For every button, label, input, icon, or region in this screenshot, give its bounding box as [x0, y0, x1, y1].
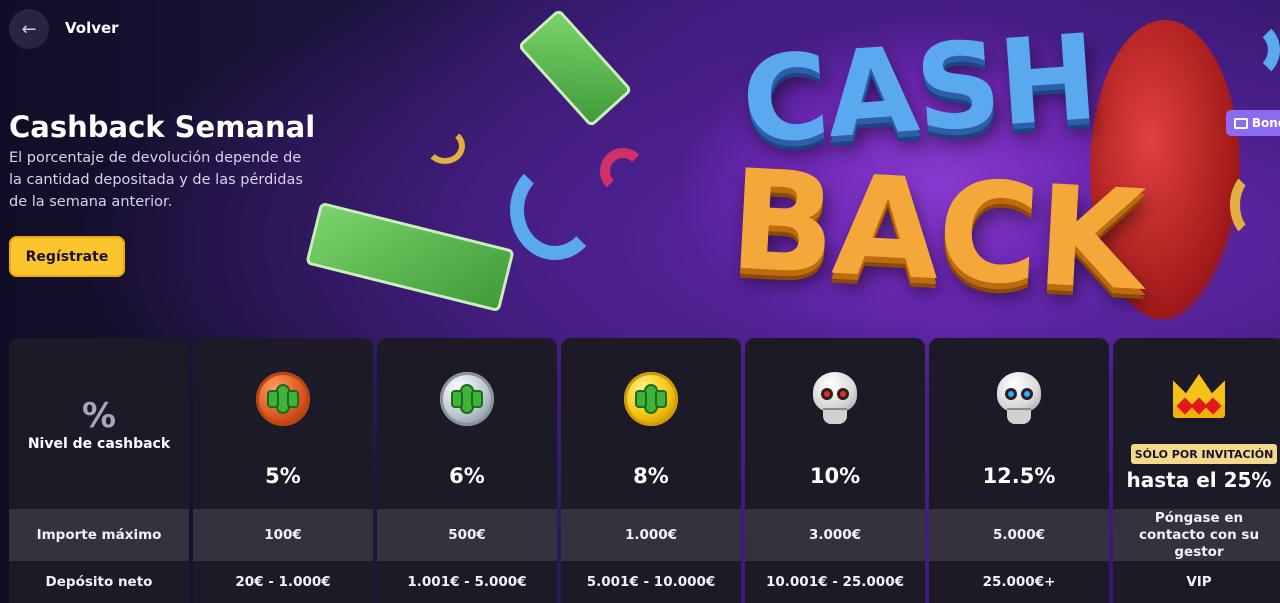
- page-title: Cashback Semanal: [9, 110, 316, 144]
- tier-max-amount: 500€: [377, 509, 557, 561]
- tier-net-deposit: 5.001€ - 10.000€: [561, 561, 741, 603]
- tier-percent: 10%: [809, 464, 861, 488]
- bronze-cactus-coin-icon: [256, 372, 310, 426]
- crown-icon: [1171, 374, 1227, 418]
- tier-column-5: 12.5% 5.000€ 25.000€+: [929, 338, 1109, 603]
- register-button[interactable]: Regístrate: [9, 236, 125, 277]
- confetti-art: [510, 160, 600, 260]
- tier-net-deposit: 25.000€+: [929, 561, 1109, 603]
- bonus-tag-label: Bono: [1251, 116, 1280, 130]
- arrow-left-icon: ←: [21, 18, 37, 40]
- tier-max-amount: 1.000€: [561, 509, 741, 561]
- page-description: El porcentaje de devolución depende de l…: [9, 150, 303, 210]
- tier-column-1: 5% 100€ 20€ - 1.000€: [193, 338, 373, 603]
- back-word-art: BACK: [726, 139, 1147, 322]
- cashback-tiers-table: % Nivel de cashback Importe máximo Depós…: [9, 338, 1280, 603]
- tier-net-deposit: 1.001€ - 5.000€: [377, 561, 557, 603]
- money-bill-art: [517, 8, 633, 128]
- tier-column-3: 8% 1.000€ 5.001€ - 10.000€: [561, 338, 741, 603]
- vip-max-amount: Póngase en contacto con su gestor: [1113, 509, 1280, 561]
- level-header-label: Nivel de cashback: [27, 436, 171, 452]
- tier-header-column: % Nivel de cashback Importe máximo Depós…: [9, 338, 189, 603]
- tier-net-deposit: 20€ - 1.000€: [193, 561, 373, 603]
- tier-header-cell: % Nivel de cashback: [9, 338, 189, 509]
- gift-icon: [1234, 117, 1248, 129]
- tier-percent: 12.5%: [982, 464, 1056, 488]
- percent-icon: %: [81, 396, 117, 436]
- tier-column-2: 6% 500€ 1.001€ - 5.000€: [377, 338, 557, 603]
- tier-column-4: 10% 3.000€ 10.001€ - 25.000€: [745, 338, 925, 603]
- gold-cactus-coin-icon: [624, 372, 678, 426]
- blue-eye-skull-icon: [993, 372, 1045, 428]
- confetti-art: [600, 148, 646, 194]
- tier-column-vip: SÓLO POR INVITACIÓN hasta el 25% Póngase…: [1113, 338, 1280, 603]
- tier-max-amount: 5.000€: [929, 509, 1109, 561]
- back-link-label[interactable]: Volver: [65, 19, 119, 37]
- tier-max-amount: 3.000€: [745, 509, 925, 561]
- back-button[interactable]: ←: [9, 9, 49, 49]
- tier-percent: 6%: [449, 464, 485, 488]
- red-eye-skull-icon: [809, 372, 861, 428]
- confetti-art: [1220, 20, 1280, 80]
- money-bill-art: [305, 201, 515, 313]
- vip-net-deposit: VIP: [1113, 561, 1280, 603]
- confetti-art: [425, 128, 465, 164]
- tier-net-deposit: 10.001€ - 25.000€: [745, 561, 925, 603]
- tier-percent: 8%: [633, 464, 669, 488]
- tier-percent: 5%: [265, 464, 301, 488]
- net-deposit-row-label: Depósito neto: [9, 561, 189, 603]
- invite-only-badge: SÓLO POR INVITACIÓN: [1131, 444, 1277, 464]
- bonus-tag[interactable]: Bono: [1226, 110, 1280, 136]
- tier-max-amount: 100€: [193, 509, 373, 561]
- confetti-art: [1230, 170, 1280, 240]
- max-amount-row-label: Importe máximo: [9, 509, 189, 561]
- silver-cactus-coin-icon: [440, 372, 494, 426]
- vip-percent: hasta el 25%: [1126, 468, 1272, 492]
